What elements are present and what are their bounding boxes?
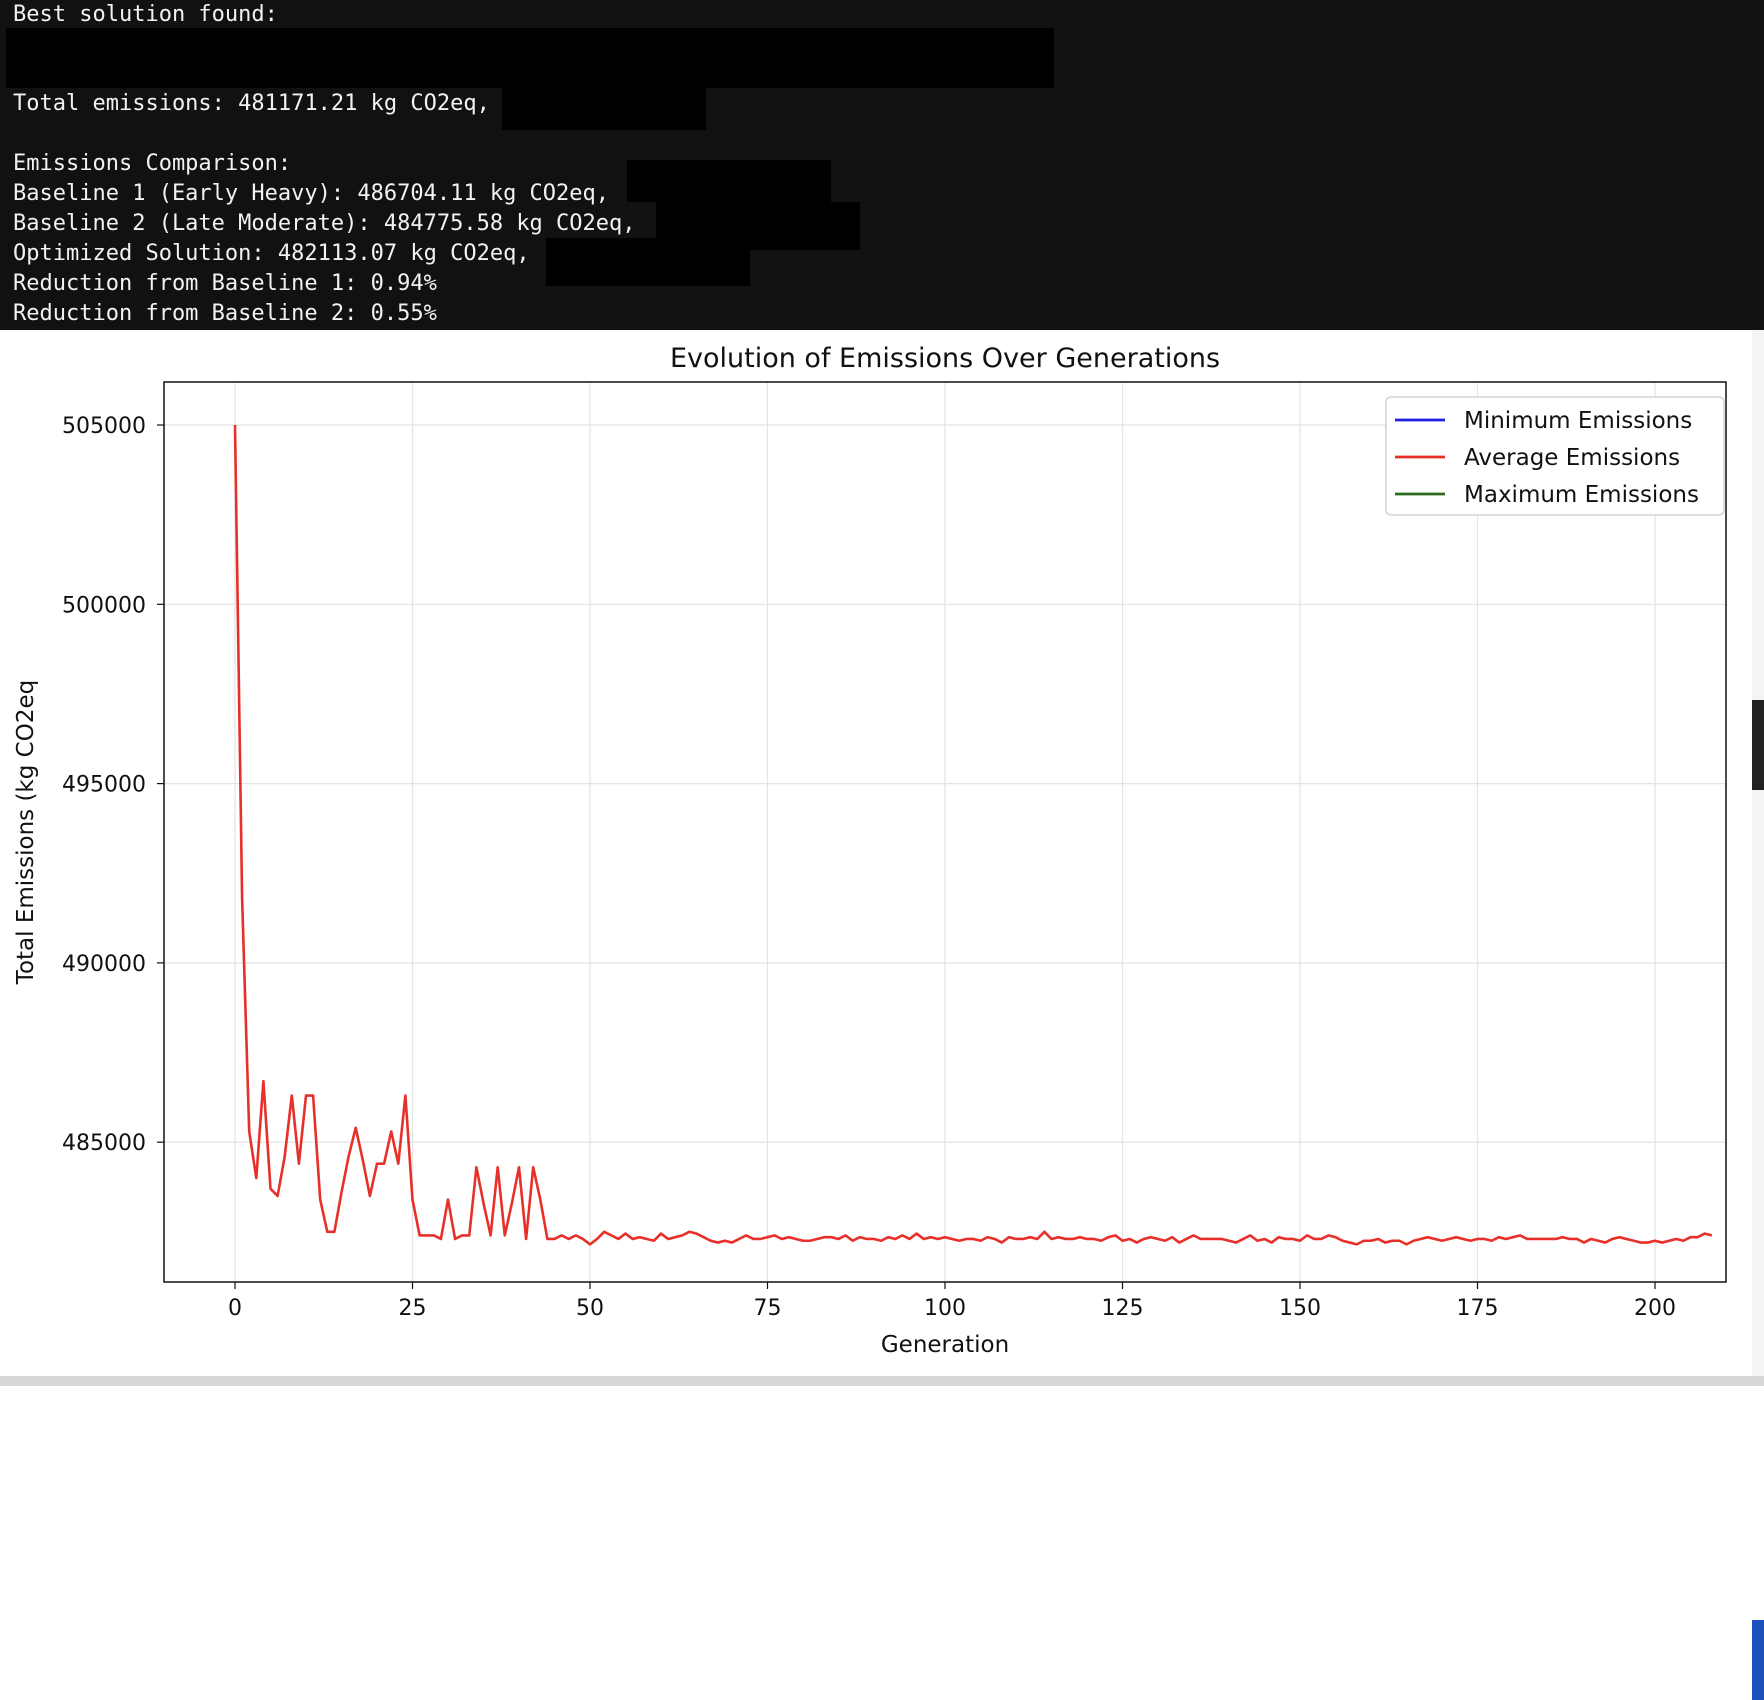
terminal-line-baseline-1: Baseline 1 (Early Heavy): 486704.11 kg C… bbox=[13, 181, 610, 206]
x-tick-label: 50 bbox=[576, 1296, 604, 1321]
x-tick-label: 200 bbox=[1634, 1296, 1676, 1321]
terminal-line-best-solution: Best solution found: bbox=[13, 2, 278, 27]
y-tick-label: 490000 bbox=[62, 952, 146, 977]
series-line-average-emissions bbox=[233, 425, 1713, 1246]
emissions-chart: 0 25 50 75 100 125 150 175 200 485000 490000 495000… bbox=[13, 343, 1727, 1358]
redacted-block bbox=[6, 28, 1054, 88]
terminal-line-reduction-2: Reduction from Baseline 2: 0.55% bbox=[13, 301, 437, 326]
x-tick-label: 0 bbox=[228, 1296, 242, 1321]
legend-label: Maximum Emissions bbox=[1464, 482, 1699, 508]
axis-ticks: 0 25 50 75 100 125 150 175 200 485000 490000 495000… bbox=[62, 414, 1676, 1321]
terminal-line-baseline-2: Baseline 2 (Late Moderate): 484775.58 kg… bbox=[13, 211, 636, 236]
redacted-block bbox=[546, 238, 750, 286]
terminal-output: Best solution found: Total emissions: 48… bbox=[0, 0, 1764, 330]
terminal-line-reduction-1: Reduction from Baseline 1: 0.94% bbox=[13, 271, 437, 296]
terminal-line-total-emissions: Total emissions: 481171.21 kg CO2eq, bbox=[13, 91, 490, 116]
x-tick-label: 100 bbox=[924, 1296, 966, 1321]
chart-title: Evolution of Emissions Over Generations bbox=[670, 343, 1220, 374]
redacted-block bbox=[627, 160, 831, 202]
x-tick-label: 150 bbox=[1279, 1296, 1321, 1321]
series-layer bbox=[233, 425, 1713, 1246]
terminal-line-optimized: Optimized Solution: 482113.07 kg CO2eq, bbox=[13, 241, 530, 266]
background-window-fragment bbox=[1752, 1620, 1764, 1700]
y-tick-label: 495000 bbox=[62, 773, 146, 798]
background-window-fragment bbox=[1752, 700, 1764, 790]
window-bottom-edge bbox=[0, 1376, 1764, 1386]
legend-label: Average Emissions bbox=[1464, 445, 1680, 471]
x-tick-label: 75 bbox=[754, 1296, 782, 1321]
figure-window: 0 25 50 75 100 125 150 175 200 485000 490000 495000… bbox=[0, 330, 1752, 1376]
background-window-edge bbox=[1752, 330, 1764, 1700]
y-tick-label: 500000 bbox=[62, 593, 146, 618]
grid-lines bbox=[164, 382, 1726, 1282]
y-axis-label: Total Emissions (kg CO2eq bbox=[13, 680, 39, 985]
terminal-line-comparison-heading: Emissions Comparison: bbox=[13, 151, 292, 176]
x-tick-label: 125 bbox=[1102, 1296, 1144, 1321]
legend: Minimum Emissions Average Emissions Maximu… bbox=[1385, 396, 1725, 516]
x-tick-label: 175 bbox=[1457, 1296, 1499, 1321]
x-tick-label: 25 bbox=[399, 1296, 427, 1321]
x-axis-label: Generation bbox=[881, 1332, 1009, 1358]
y-tick-label: 485000 bbox=[62, 1131, 146, 1156]
y-tick-label: 505000 bbox=[62, 414, 146, 439]
redacted-block bbox=[502, 88, 706, 130]
legend-label: Minimum Emissions bbox=[1464, 408, 1692, 434]
